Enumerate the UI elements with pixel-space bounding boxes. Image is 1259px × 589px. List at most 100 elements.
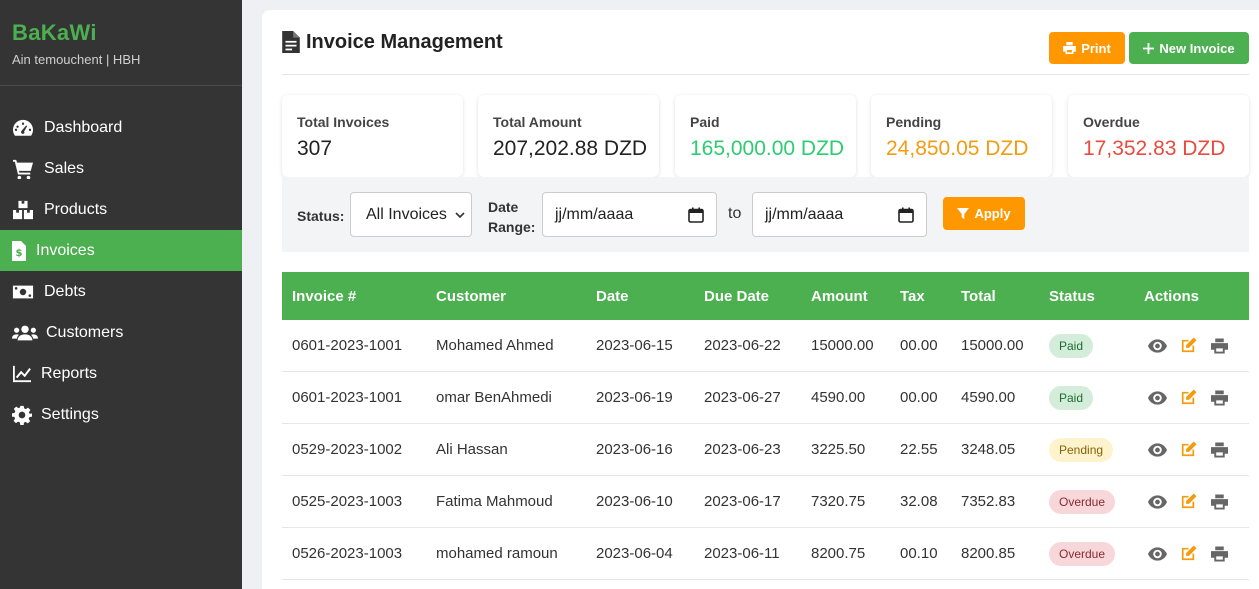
table-cell: 15000.00	[961, 337, 1024, 354]
new-invoice-button[interactable]: New Invoice	[1129, 32, 1249, 64]
invoice-icon: $	[12, 240, 28, 262]
table-cell: Fatima Mahmoud	[436, 493, 553, 510]
column-header: Customer	[436, 287, 507, 305]
table-cell: 2023-06-11	[704, 545, 780, 562]
date-to-value: jj/mm/aaaa	[765, 205, 844, 223]
page-title: Invoice Management	[306, 30, 503, 53]
chart-line-icon	[12, 363, 33, 385]
status-badge: Overdue	[1049, 489, 1116, 514]
new-invoice-button-label: New Invoice	[1159, 40, 1235, 56]
print-icon[interactable]	[1209, 337, 1230, 355]
main-panel: Invoice Management Print New Invoice Tot…	[262, 10, 1259, 589]
column-header: Actions	[1144, 287, 1200, 305]
column-header: Total	[961, 287, 996, 305]
sidebar-item-label: Invoices	[36, 241, 95, 259]
calendar-icon[interactable]	[688, 207, 704, 223]
status-badge: Overdue	[1049, 541, 1116, 566]
table-cell: Ali Hassan	[436, 441, 508, 458]
users-icon	[12, 322, 38, 344]
view-icon[interactable]	[1147, 441, 1168, 459]
printer-icon	[1063, 42, 1077, 54]
table-cell: omar BenAhmedi	[436, 389, 552, 406]
table-cell: 8200.75	[811, 545, 866, 562]
table-cell: 2023-06-15	[596, 337, 673, 354]
table-cell: 0525-2023-1003	[292, 493, 403, 510]
print-icon[interactable]	[1209, 389, 1230, 407]
status-select[interactable]: All Invoices	[350, 192, 472, 237]
actions-cell	[1147, 476, 1230, 527]
edit-icon[interactable]	[1178, 441, 1199, 459]
table-cell: 32.08	[900, 493, 938, 510]
sidebar-item-products[interactable]: Products	[0, 189, 242, 230]
edit-icon[interactable]	[1178, 337, 1199, 355]
table-row: 0601-2023-1001 Mohamed Ahmed 2023-06-15 202…	[282, 320, 1249, 372]
date-range-label-line2: Range:	[488, 219, 536, 235]
table-cell: 2023-06-10	[596, 493, 673, 510]
cart-icon	[12, 158, 36, 180]
date-to-label: to	[728, 205, 742, 222]
print-button[interactable]: Print	[1049, 32, 1125, 64]
view-icon[interactable]	[1147, 493, 1168, 511]
print-icon[interactable]	[1209, 441, 1230, 459]
apply-filter-button[interactable]: Apply	[943, 197, 1025, 230]
table-cell: 00.00	[900, 337, 938, 354]
brand: BaKaWi Ain temouchent | HBH	[0, 0, 242, 86]
table-cell: 8200.85	[961, 545, 1016, 562]
sidebar-item-label: Products	[44, 200, 108, 218]
stat-card-paid: Paid 165,000.00 DZD	[675, 95, 856, 177]
stat-card-overdue: Overdue 17,352.83 DZD	[1068, 95, 1249, 177]
status-badge: Paid	[1049, 385, 1094, 410]
calendar-icon[interactable]	[898, 207, 914, 223]
sidebar-nav: Dashboard Sales Products $ Invoices Debt…	[0, 107, 242, 435]
sidebar-item-debts[interactable]: Debts	[0, 271, 242, 312]
view-icon[interactable]	[1147, 545, 1168, 563]
table-cell: 15000.00	[811, 337, 874, 354]
table-cell: 0601-2023-1001	[292, 389, 403, 406]
stat-value: 307	[297, 137, 333, 160]
stat-label: Paid	[690, 114, 720, 130]
sidebar-item-settings[interactable]: Settings	[0, 394, 242, 435]
sidebar-item-dashboard[interactable]: Dashboard	[0, 107, 242, 148]
print-button-label: Print	[1081, 40, 1111, 56]
print-icon[interactable]	[1209, 493, 1230, 511]
money-icon	[12, 281, 36, 303]
print-icon[interactable]	[1209, 545, 1230, 563]
view-icon[interactable]	[1147, 337, 1168, 355]
edit-icon[interactable]	[1178, 493, 1199, 511]
view-icon[interactable]	[1147, 389, 1168, 407]
date-from-value: jj/mm/aaaa	[555, 205, 634, 223]
column-header: Tax	[900, 287, 925, 305]
table-cell: 0601-2023-1001	[292, 337, 403, 354]
sidebar-item-invoices[interactable]: $ Invoices	[0, 230, 242, 271]
invoice-table: Invoice # Customer Date Due Date Amount …	[282, 272, 1249, 580]
sidebar-item-reports[interactable]: Reports	[0, 353, 242, 394]
chevron-down-icon	[455, 212, 465, 219]
date-to-input[interactable]: jj/mm/aaaa	[752, 192, 927, 237]
plus-icon	[1143, 42, 1155, 54]
edit-icon[interactable]	[1178, 389, 1199, 407]
stat-value: 207,202.88 DZD	[493, 137, 648, 160]
table-row: 0529-2023-1002 Ali Hassan 2023-06-16 2023-0…	[282, 424, 1249, 476]
sidebar-item-sales[interactable]: Sales	[0, 148, 242, 189]
status-cell: Pending	[1049, 424, 1114, 475]
table-cell: Mohamed Ahmed	[436, 337, 554, 354]
stat-value: 165,000.00 DZD	[690, 137, 845, 160]
sidebar-item-customers[interactable]: Customers	[0, 312, 242, 353]
table-cell: 0529-2023-1002	[292, 441, 403, 458]
table-cell: 2023-06-23	[704, 441, 781, 458]
stat-label: Total Invoices	[297, 114, 390, 130]
table-cell: 22.55	[900, 441, 938, 458]
sidebar-item-label: Sales	[44, 159, 85, 177]
sidebar-item-label: Settings	[41, 405, 99, 423]
table-cell: 2023-06-27	[704, 389, 781, 406]
actions-cell	[1147, 528, 1230, 579]
edit-icon[interactable]	[1178, 545, 1199, 563]
date-from-input[interactable]: jj/mm/aaaa	[542, 192, 717, 237]
sidebar-item-label: Customers	[46, 323, 124, 341]
stat-value: 17,352.83 DZD	[1083, 137, 1226, 160]
stat-card-total-invoices: Total Invoices 307	[282, 95, 463, 177]
column-header: Status	[1049, 287, 1095, 305]
table-cell: 00.00	[900, 389, 938, 406]
actions-cell	[1147, 320, 1230, 371]
gear-icon	[12, 404, 33, 426]
